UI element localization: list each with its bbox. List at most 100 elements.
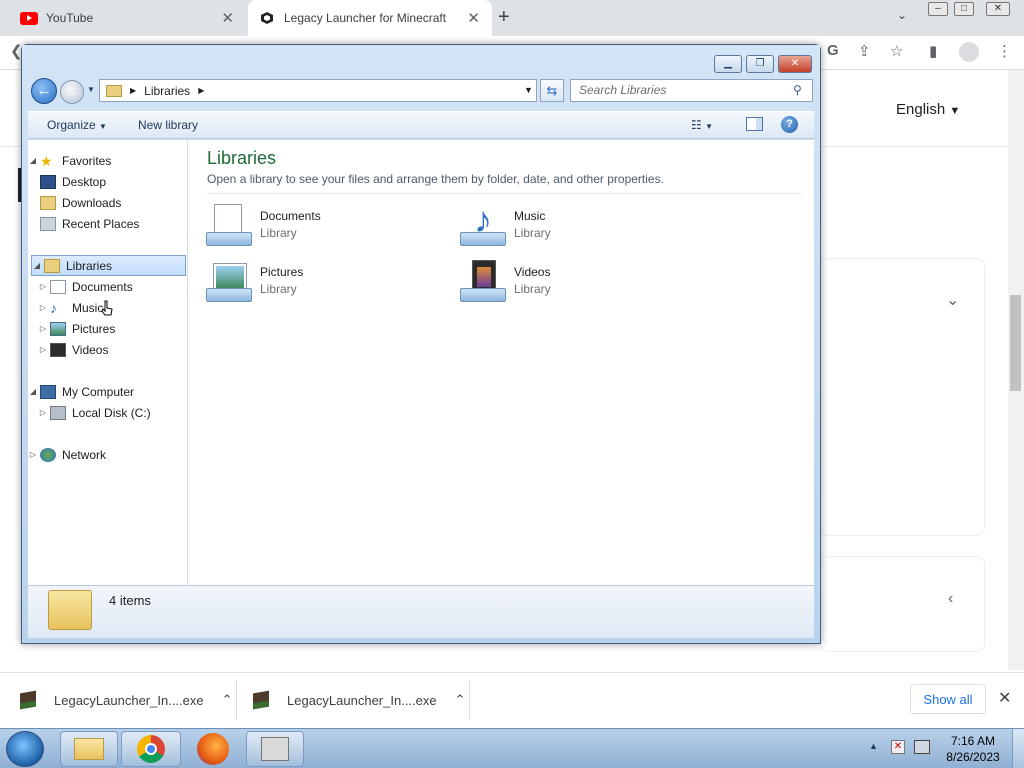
chevron-up-icon[interactable]: ⌃ <box>455 692 466 708</box>
menu-icon[interactable]: ⋮ <box>997 42 1012 60</box>
nav-item-desktop[interactable]: Desktop <box>28 171 185 192</box>
breadcrumb-arrow-icon[interactable]: ▶ <box>198 86 204 95</box>
explorer-close-button[interactable]: ✕ <box>778 55 812 73</box>
chevron-left-icon[interactable]: ‹ <box>948 590 953 608</box>
taskbar-app-button[interactable] <box>246 731 304 767</box>
help-icon[interactable]: ? <box>781 116 798 133</box>
nav-label: Pictures <box>72 321 116 336</box>
tab-youtube[interactable]: YouTube ✕ <box>0 0 246 36</box>
share-icon[interactable]: ⇪ <box>858 42 871 60</box>
nav-item-libraries[interactable]: ◢ Libraries <box>31 255 186 276</box>
explorer-minimize-button[interactable]: ▁ <box>714 55 742 73</box>
library-tile-music[interactable]: ♪ Music Library <box>460 202 551 250</box>
nav-item-my-computer[interactable]: ◢ My Computer <box>28 381 185 402</box>
libraries-folder-icon <box>44 258 60 273</box>
recent-pages-dropdown-icon[interactable]: ▼ <box>87 85 95 94</box>
google-icon[interactable]: G <box>827 42 839 59</box>
collapse-icon[interactable]: ◢ <box>28 156 38 165</box>
clock-time: 7:16 AM <box>950 734 996 748</box>
address-bar[interactable]: ▶ Libraries ▶ <box>99 79 537 102</box>
nav-item-network[interactable]: ▷ Network <box>28 444 185 465</box>
nav-label: Recent Places <box>62 216 140 231</box>
profile-avatar[interactable] <box>959 42 979 62</box>
change-view-icon[interactable]: ☷ ▼ <box>691 118 713 132</box>
bookmark-star-icon[interactable]: ☆ <box>890 42 903 60</box>
chevron-down-icon: ▼ <box>99 122 107 131</box>
chevron-up-icon[interactable]: ⌃ <box>222 692 233 708</box>
show-hidden-icons[interactable]: ▲ <box>869 741 878 751</box>
close-window-button[interactable]: ✕ <box>986 2 1010 16</box>
close-tab-icon[interactable]: ✕ <box>221 9 234 27</box>
organize-button[interactable]: Organize ▼ <box>47 118 107 132</box>
start-button[interactable] <box>6 731 44 767</box>
download-item[interactable]: LegacyLauncher_In....exe ⌃ <box>20 672 233 728</box>
nav-item-videos[interactable]: ▷ Videos <box>28 339 185 360</box>
installer-icon <box>261 737 289 761</box>
nav-item-favorites[interactable]: ◢ ★ Favorites <box>28 150 185 171</box>
taskbar-explorer-button[interactable] <box>60 731 118 767</box>
show-desktop-button[interactable] <box>1012 729 1024 768</box>
download-separator <box>236 680 237 720</box>
download-filename: LegacyLauncher_In....exe <box>54 692 204 708</box>
maximize-button[interactable]: □ <box>954 2 974 16</box>
film-strip-icon <box>50 342 66 357</box>
new-tab-button[interactable]: + <box>498 6 510 29</box>
language-selector[interactable]: English ▼ <box>896 101 960 118</box>
nav-label: Videos <box>72 342 109 357</box>
close-downloads-icon[interactable]: ✕ <box>998 688 1011 708</box>
library-name: Music <box>514 209 546 223</box>
back-arrow-icon[interactable]: ← <box>31 78 57 104</box>
close-tab-icon[interactable]: ✕ <box>467 9 480 27</box>
expand-icon[interactable]: ▷ <box>38 303 48 312</box>
language-label: English <box>896 101 946 118</box>
taskbar-chrome-button[interactable] <box>121 731 181 767</box>
breadcrumb-libraries[interactable]: Libraries <box>144 84 190 98</box>
expand-icon[interactable]: ▷ <box>28 450 38 459</box>
breadcrumb-arrow-icon[interactable]: ▶ <box>130 86 136 95</box>
expand-icon[interactable]: ▷ <box>38 345 48 354</box>
downloads-folder-icon <box>40 195 56 210</box>
address-dropdown-icon[interactable]: ▼ <box>524 85 533 95</box>
music-note-icon: ♪ <box>50 299 57 316</box>
nav-label: Favorites <box>62 153 112 168</box>
minecraft-block-icon <box>253 690 269 710</box>
nav-item-pictures[interactable]: ▷ Pictures <box>28 318 185 339</box>
expand-chevron-icon[interactable]: ⌄ <box>946 290 959 310</box>
action-center-flag-icon[interactable]: ✕ <box>891 740 905 754</box>
library-kind: Library <box>514 282 551 296</box>
scrollbar-thumb[interactable] <box>1010 295 1021 391</box>
expand-icon[interactable]: ▷ <box>38 324 48 333</box>
show-all-button[interactable]: Show all <box>910 684 986 714</box>
library-tile-documents[interactable]: Documents Library <box>206 202 321 250</box>
taskbar-clock[interactable]: 7:16 AM 8/26/2023 <box>936 733 1010 765</box>
content-card <box>820 258 985 536</box>
nav-item-documents[interactable]: ▷ Documents <box>28 276 185 297</box>
nav-item-downloads[interactable]: Downloads <box>28 192 185 213</box>
star-icon: ★ <box>40 152 53 169</box>
minimize-button[interactable]: – <box>928 2 948 16</box>
library-tile-pictures[interactable]: Pictures Library <box>206 258 303 306</box>
firefox-icon[interactable] <box>197 733 229 765</box>
nav-item-recent-places[interactable]: Recent Places <box>28 213 185 234</box>
preview-pane-icon[interactable] <box>746 117 763 131</box>
new-library-button[interactable]: New library <box>138 118 198 132</box>
navigation-pane: ◢ ★ Favorites Desktop Downloads Recent Pla… <box>28 140 188 585</box>
expand-icon[interactable]: ▷ <box>38 408 48 417</box>
nav-item-local-disk[interactable]: ▷ Local Disk (C:) <box>28 402 185 423</box>
download-item[interactable]: LegacyLauncher_In....exe ⌃ <box>253 672 466 728</box>
collapse-icon[interactable]: ◢ <box>28 387 38 396</box>
expand-icon[interactable]: ▷ <box>38 282 48 291</box>
library-tile-videos[interactable]: Videos Library <box>460 258 551 306</box>
content-title: Libraries <box>207 148 277 168</box>
library-name: Pictures <box>260 265 304 279</box>
network-status-icon[interactable] <box>914 740 930 754</box>
collapse-icon[interactable]: ◢ <box>32 261 42 270</box>
tab-search-icon[interactable]: ⌄ <box>897 8 907 22</box>
tab-legacy-launcher[interactable]: Legacy Launcher for Minecraft ✕ <box>248 0 492 36</box>
refresh-button[interactable]: ⇆ <box>540 79 564 102</box>
forward-arrow-icon[interactable]: → <box>60 80 84 104</box>
search-icon[interactable]: ⚲ <box>793 83 802 97</box>
side-panel-icon[interactable]: ▮ <box>929 42 937 60</box>
search-input[interactable]: Search Libraries <box>570 79 813 102</box>
explorer-maximize-button[interactable]: ❐ <box>746 55 774 73</box>
